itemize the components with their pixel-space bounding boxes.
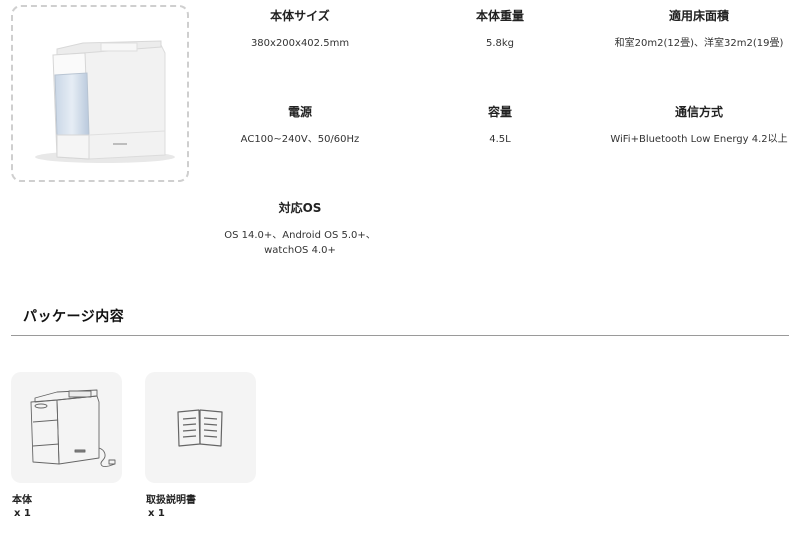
spec-value: WiFi+Bluetooth Low Energy 4.2以上 [610,134,788,145]
humidifier-outline-icon [30,389,116,467]
spec-value: 5.8kg [485,38,515,49]
spec-label: 容量 [487,105,512,119]
package-item-qty: x 1 [148,508,165,519]
spec-value: 和室20m2(12畳)、洋室32m2(19畳) [614,38,784,49]
spec-value: 4.5L [489,134,511,145]
spec-label: 適用床面積 [668,9,729,23]
package-item-main-unit [11,372,122,483]
spec-label: 対応OS [278,201,322,215]
spec-value: AC100~240V、50/60Hz [240,134,360,145]
package-section-title: パッケージ内容 [23,309,125,325]
package-item-manual [145,372,256,483]
spec-label: 本体重量 [475,9,524,23]
package-item-name: 取扱説明書 [146,495,196,506]
package-item-name: 本体 [12,495,32,506]
spec-connectivity: 通信方式 WiFi+Bluetooth Low Energy 4.2以上 [599,104,799,147]
product-image [11,5,189,182]
spec-floor-area: 適用床面積 和室20m2(12畳)、洋室32m2(19畳) [599,8,799,51]
spec-supported-os: 対応OS OS 14.0+、Android OS 5.0+、 watchOS 4… [200,200,400,258]
package-item-qty: x 1 [14,508,31,519]
spec-label: 通信方式 [674,105,723,119]
humidifier-image [35,40,175,163]
spec-body-size: 本体サイズ 380x200x402.5mm [200,8,400,51]
spec-value: 380x200x402.5mm [250,38,350,49]
section-divider [11,335,789,336]
spec-value-line2: watchOS 4.0+ [264,245,336,256]
spec-label: 本体サイズ [270,9,330,23]
spec-label: 電源 [287,105,312,119]
spec-value: OS 14.0+、Android OS 5.0+、 [224,230,376,241]
manual-book-icon [177,409,223,447]
spec-power: 電源 AC100~240V、50/60Hz [200,104,400,147]
spec-body-weight: 本体重量 5.8kg [400,8,600,51]
spec-capacity: 容量 4.5L [400,104,600,147]
